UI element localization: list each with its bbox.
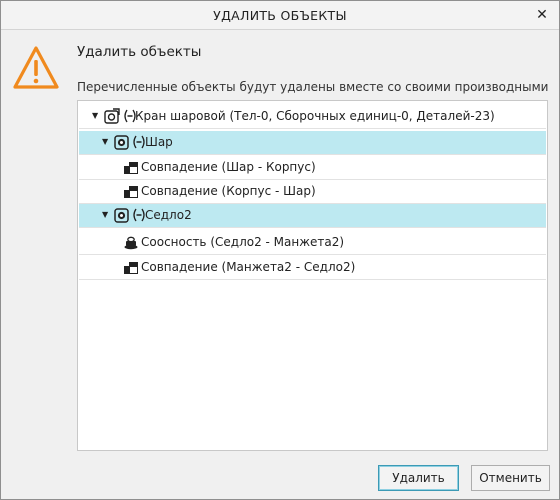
part-icon bbox=[114, 135, 129, 150]
delete-button[interactable]: Удалить bbox=[378, 465, 459, 491]
tree-item-label: Соосность (Седло2 - Манжета2) bbox=[141, 235, 345, 249]
tree-item-label: Седло2 bbox=[145, 208, 192, 222]
coincidence-constraint-icon bbox=[124, 262, 138, 274]
tree-item-label: Совпадение (Манжета2 - Седло2) bbox=[141, 260, 356, 274]
objects-tree[interactable]: ▼ Кран шаровой (Тел-0, Сборочных единиц-… bbox=[77, 100, 548, 451]
part-icon bbox=[114, 208, 129, 223]
title-bar[interactable]: УДАЛИТЬ ОБЪЕКТЫ ✕ bbox=[1, 1, 559, 30]
tree-item-label: Шар bbox=[145, 135, 173, 149]
tree-row-constraint[interactable]: Соосность (Седло2 - Манжета2) bbox=[79, 231, 546, 255]
tree-row-constraint[interactable]: Совпадение (Корпус - Шар) bbox=[79, 180, 546, 204]
expand-arrow-icon[interactable]: ▼ bbox=[102, 210, 108, 219]
tree-item-label: Кран шаровой (Тел-0, Сборочных единиц-0,… bbox=[135, 109, 495, 123]
dialog-heading: Удалить объекты bbox=[77, 44, 202, 60]
tree-row-constraint[interactable]: Совпадение (Шар - Корпус) bbox=[79, 156, 546, 180]
expand-arrow-icon[interactable]: ▼ bbox=[92, 111, 98, 120]
tree-row-shar[interactable]: ▼ Шар bbox=[79, 131, 546, 155]
cancel-button[interactable]: Отменить bbox=[471, 465, 550, 491]
coincidence-constraint-icon bbox=[124, 186, 138, 198]
delete-objects-dialog: УДАЛИТЬ ОБЪЕКТЫ ✕ Удалить объекты Перечи… bbox=[0, 0, 560, 500]
tree-row-sedlo2[interactable]: ▼ Седло2 bbox=[79, 204, 546, 228]
close-button[interactable]: ✕ bbox=[529, 3, 555, 27]
window-title: УДАЛИТЬ ОБЪЕКТЫ bbox=[213, 8, 347, 23]
tree-row-root[interactable]: ▼ Кран шаровой (Тел-0, Сборочных единиц-… bbox=[79, 105, 546, 129]
coincidence-constraint-icon bbox=[124, 162, 138, 174]
assembly-icon bbox=[104, 108, 120, 124]
tree-item-label: Совпадение (Корпус - Шар) bbox=[141, 184, 316, 198]
tree-item-label: Совпадение (Шар - Корпус) bbox=[141, 160, 316, 174]
warning-icon bbox=[13, 46, 59, 89]
tree-row-constraint[interactable]: Совпадение (Манжета2 - Седло2) bbox=[79, 256, 546, 280]
dialog-description: Перечисленные объекты будут удалены вмес… bbox=[77, 80, 549, 94]
concentric-constraint-icon bbox=[124, 236, 138, 250]
expand-arrow-icon[interactable]: ▼ bbox=[102, 137, 108, 146]
